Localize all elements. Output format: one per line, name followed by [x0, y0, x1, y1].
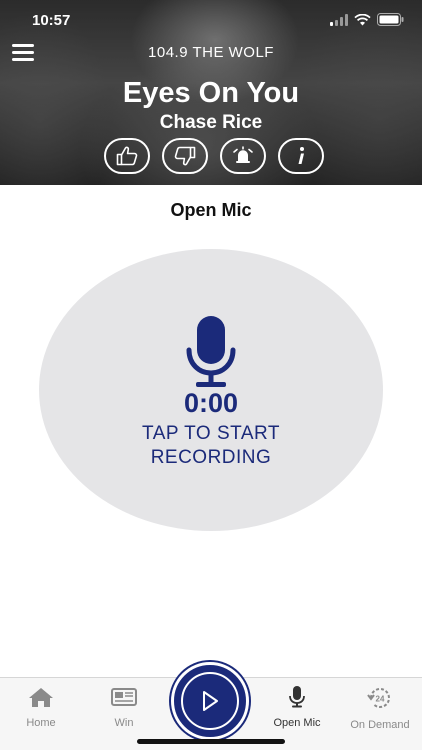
home-icon — [29, 688, 53, 707]
tab-open-mic-label: Open Mic — [273, 717, 321, 729]
recording-timer: 0:00 — [183, 388, 239, 418]
record-prompt-line1: TAP TO START — [142, 423, 280, 444]
page-title: Open Mic — [170, 200, 252, 220]
microphone-icon — [186, 316, 236, 387]
record-prompt-line2: RECORDING — [150, 447, 272, 468]
play-button-ring — [181, 672, 239, 730]
tab-win[interactable]: Win — [84, 686, 164, 729]
battery-icon — [377, 13, 404, 26]
play-icon — [203, 691, 218, 711]
alarm-button[interactable] — [220, 138, 266, 174]
status-icons — [330, 13, 404, 26]
thumbs-down-icon — [174, 146, 196, 166]
wifi-icon — [354, 13, 371, 25]
info-icon — [298, 147, 304, 164]
now-playing-actions — [104, 138, 324, 174]
home-indicator — [137, 739, 285, 744]
tab-win-label: Win — [114, 717, 134, 729]
on-demand-24-badge: 24 — [376, 695, 385, 704]
alarm-icon — [233, 146, 253, 163]
thumbs-up-icon — [116, 146, 138, 166]
info-button[interactable] — [278, 138, 324, 174]
like-button[interactable] — [104, 138, 150, 174]
now-playing-header: 10:57 104.9 THE WOLF Eyes On You Chase R… — [0, 0, 422, 185]
tab-on-demand-label: On Demand — [350, 719, 410, 731]
tab-home-label: Home — [26, 717, 56, 729]
play-button[interactable] — [171, 662, 249, 740]
microphone-icon — [289, 686, 305, 708]
ticket-icon — [111, 688, 137, 706]
song-title: Eyes On You — [122, 77, 300, 109]
record-prompt: TAP TO START RECORDING — [0, 422, 422, 470]
tab-home[interactable]: Home — [1, 686, 81, 729]
artist-name: Chase Rice — [159, 112, 263, 133]
on-demand-24-icon: 24 — [367, 688, 390, 708]
tab-on-demand[interactable]: 24 On Demand — [340, 686, 420, 731]
station-name: 104.9 THE WOLF — [148, 44, 274, 61]
tab-open-mic[interactable]: Open Mic — [257, 686, 337, 729]
dislike-button[interactable] — [162, 138, 208, 174]
status-time: 10:57 — [32, 12, 71, 29]
signal-icon — [330, 13, 348, 26]
